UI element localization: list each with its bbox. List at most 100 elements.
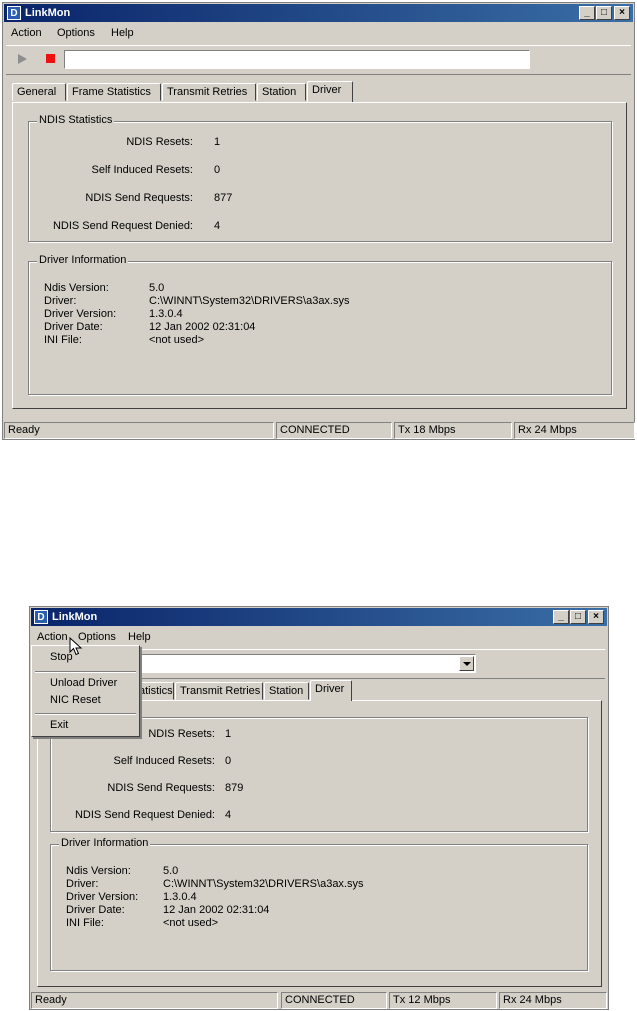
driver-tab-panel: NDIS Resets: 1 Self Induced Resets: 0 ND… [37, 700, 602, 987]
menu-item-stop[interactable]: Stop [34, 649, 137, 666]
tab-strip: General Frame Statistics Transmit Retrie… [12, 81, 612, 102]
chevron-down-icon[interactable] [459, 656, 474, 671]
ndis-version-value: 5.0 [163, 865, 179, 877]
menu-help[interactable]: Help [128, 631, 151, 643]
status-tx: Tx 18 Mbps [394, 422, 512, 439]
minimize-button[interactable]: _ [553, 610, 569, 624]
ndis-statistics-group: NDIS Statistics NDIS Resets: 1 Self Indu… [28, 114, 612, 242]
toolbar [6, 45, 631, 75]
status-connection: CONNECTED [281, 992, 387, 1009]
tab-frame-statistics[interactable]: Frame Statistics [67, 83, 161, 101]
ndis-send-requests-label: NDIS Send Requests: [107, 782, 215, 794]
close-button[interactable]: × [588, 610, 604, 624]
status-ready: Ready [31, 992, 278, 1009]
driver-date-value: 12 Jan 2002 02:31:04 [149, 321, 256, 333]
menu-separator [35, 671, 136, 673]
ndis-version-label: Ndis Version: [66, 865, 131, 877]
driver-date-label: Driver Date: [44, 321, 103, 333]
status-rx: Rx 24 Mbps [514, 422, 635, 439]
app-icon: D [34, 610, 48, 624]
play-icon[interactable] [18, 54, 27, 64]
menu-help[interactable]: Help [111, 27, 134, 39]
driver-tab-panel: NDIS Statistics NDIS Resets: 1 Self Indu… [12, 102, 627, 409]
title-bar[interactable]: D LinkMon _ □ × [31, 608, 607, 626]
window-title: LinkMon [25, 7, 71, 19]
driver-version-label: Driver Version: [66, 891, 139, 903]
driver-value: C:\WINNT\System32\DRIVERS\a3ax.sys [149, 295, 350, 307]
self-induced-resets-value: 0 [214, 164, 221, 176]
ndis-version-label: Ndis Version: [44, 282, 109, 294]
menu-options[interactable]: Options [78, 631, 116, 643]
ini-file-label: INI File: [44, 334, 82, 346]
ndis-send-request-denied-value: 4 [225, 809, 232, 821]
adapter-combo[interactable] [137, 654, 476, 673]
status-ready: Ready [4, 422, 274, 439]
ndis-send-request-denied-label: NDIS Send Request Denied: [74, 809, 215, 821]
maximize-button[interactable]: □ [570, 610, 586, 624]
linkmon-window-2: D LinkMon _ □ × Action Options Help atis… [29, 606, 609, 1010]
tab-strip: atistics Transmit Retries Station Driver [134, 680, 454, 701]
tab-general[interactable]: General [12, 83, 66, 101]
driver-information-legend: Driver Information [59, 837, 151, 849]
tab-transmit-retries[interactable]: Transmit Retries [162, 83, 256, 101]
ndis-version-value: 5.0 [149, 282, 165, 294]
title-bar[interactable]: D LinkMon _ □ × [4, 4, 633, 22]
menu-item-nic-reset[interactable]: NIC Reset [34, 692, 137, 709]
window-title: LinkMon [52, 611, 98, 623]
ndis-resets-label: NDIS Resets: [148, 728, 215, 740]
menu-item-exit[interactable]: Exit [34, 717, 137, 734]
ini-file-value: <not used> [163, 917, 219, 929]
ndis-send-request-denied-label: NDIS Send Request Denied: [52, 220, 193, 232]
menu-options[interactable]: Options [57, 27, 95, 39]
stop-icon[interactable] [46, 54, 55, 63]
status-bar: Ready CONNECTED Tx 12 Mbps Rx 24 Mbps [31, 991, 607, 1010]
tab-driver[interactable]: Driver [310, 680, 352, 701]
tab-frame-statistics[interactable]: atistics [134, 682, 174, 700]
status-tx: Tx 12 Mbps [389, 992, 497, 1009]
driver-version-value: 1.3.0.4 [149, 308, 183, 320]
driver-information-group: Driver Information Ndis Version: 5.0 Dri… [50, 837, 588, 971]
self-induced-resets-value: 0 [225, 755, 232, 767]
tab-station[interactable]: Station [257, 83, 306, 101]
ndis-send-request-denied-value: 4 [214, 220, 221, 232]
tab-transmit-retries[interactable]: Transmit Retries [175, 682, 263, 700]
ini-file-label: INI File: [66, 917, 104, 929]
driver-date-label: Driver Date: [66, 904, 125, 916]
driver-value: C:\WINNT\System32\DRIVERS\a3ax.sys [163, 878, 364, 890]
close-button[interactable]: × [614, 6, 630, 20]
ndis-send-requests-value: 879 [225, 782, 244, 794]
menu-item-unload-driver[interactable]: Unload Driver [34, 675, 137, 692]
self-induced-resets-label: Self Induced Resets: [91, 164, 193, 176]
ndis-statistics-legend: NDIS Statistics [37, 114, 115, 126]
driver-label: Driver: [44, 295, 77, 307]
status-bar: Ready CONNECTED Tx 18 Mbps Rx 24 Mbps [4, 421, 635, 440]
menu-bar: Action Options Help [4, 24, 633, 43]
ndis-resets-value: 1 [225, 728, 232, 740]
driver-information-legend: Driver Information [37, 254, 129, 266]
status-connection: CONNECTED [276, 422, 392, 439]
action-dropdown-menu: Stop Unload Driver NIC Reset Exit [31, 645, 140, 737]
ndis-resets-label: NDIS Resets: [126, 136, 193, 148]
driver-label: Driver: [66, 878, 99, 890]
driver-date-value: 12 Jan 2002 02:31:04 [163, 904, 270, 916]
status-rx: Rx 24 Mbps [499, 992, 607, 1009]
ndis-send-requests-value: 877 [214, 192, 233, 204]
driver-version-label: Driver Version: [44, 308, 117, 320]
minimize-button[interactable]: _ [579, 6, 595, 20]
menu-separator [35, 713, 136, 715]
maximize-button[interactable]: □ [596, 6, 612, 20]
driver-version-value: 1.3.0.4 [163, 891, 197, 903]
menu-action[interactable]: Action [37, 631, 68, 643]
ndis-send-requests-label: NDIS Send Requests: [85, 192, 193, 204]
tab-station[interactable]: Station [264, 682, 309, 700]
mouse-pointer-icon [69, 637, 83, 656]
adapter-field[interactable] [64, 50, 530, 69]
app-icon: D [7, 6, 21, 20]
tab-driver[interactable]: Driver [307, 81, 353, 102]
linkmon-window-1: D LinkMon _ □ × Action Options Help Gene… [2, 2, 635, 440]
menu-action[interactable]: Action [11, 27, 42, 39]
ndis-resets-value: 1 [214, 136, 221, 148]
self-induced-resets-label: Self Induced Resets: [113, 755, 215, 767]
ini-file-value: <not used> [149, 334, 205, 346]
driver-information-group: Driver Information Ndis Version: 5.0 Dri… [28, 254, 612, 395]
